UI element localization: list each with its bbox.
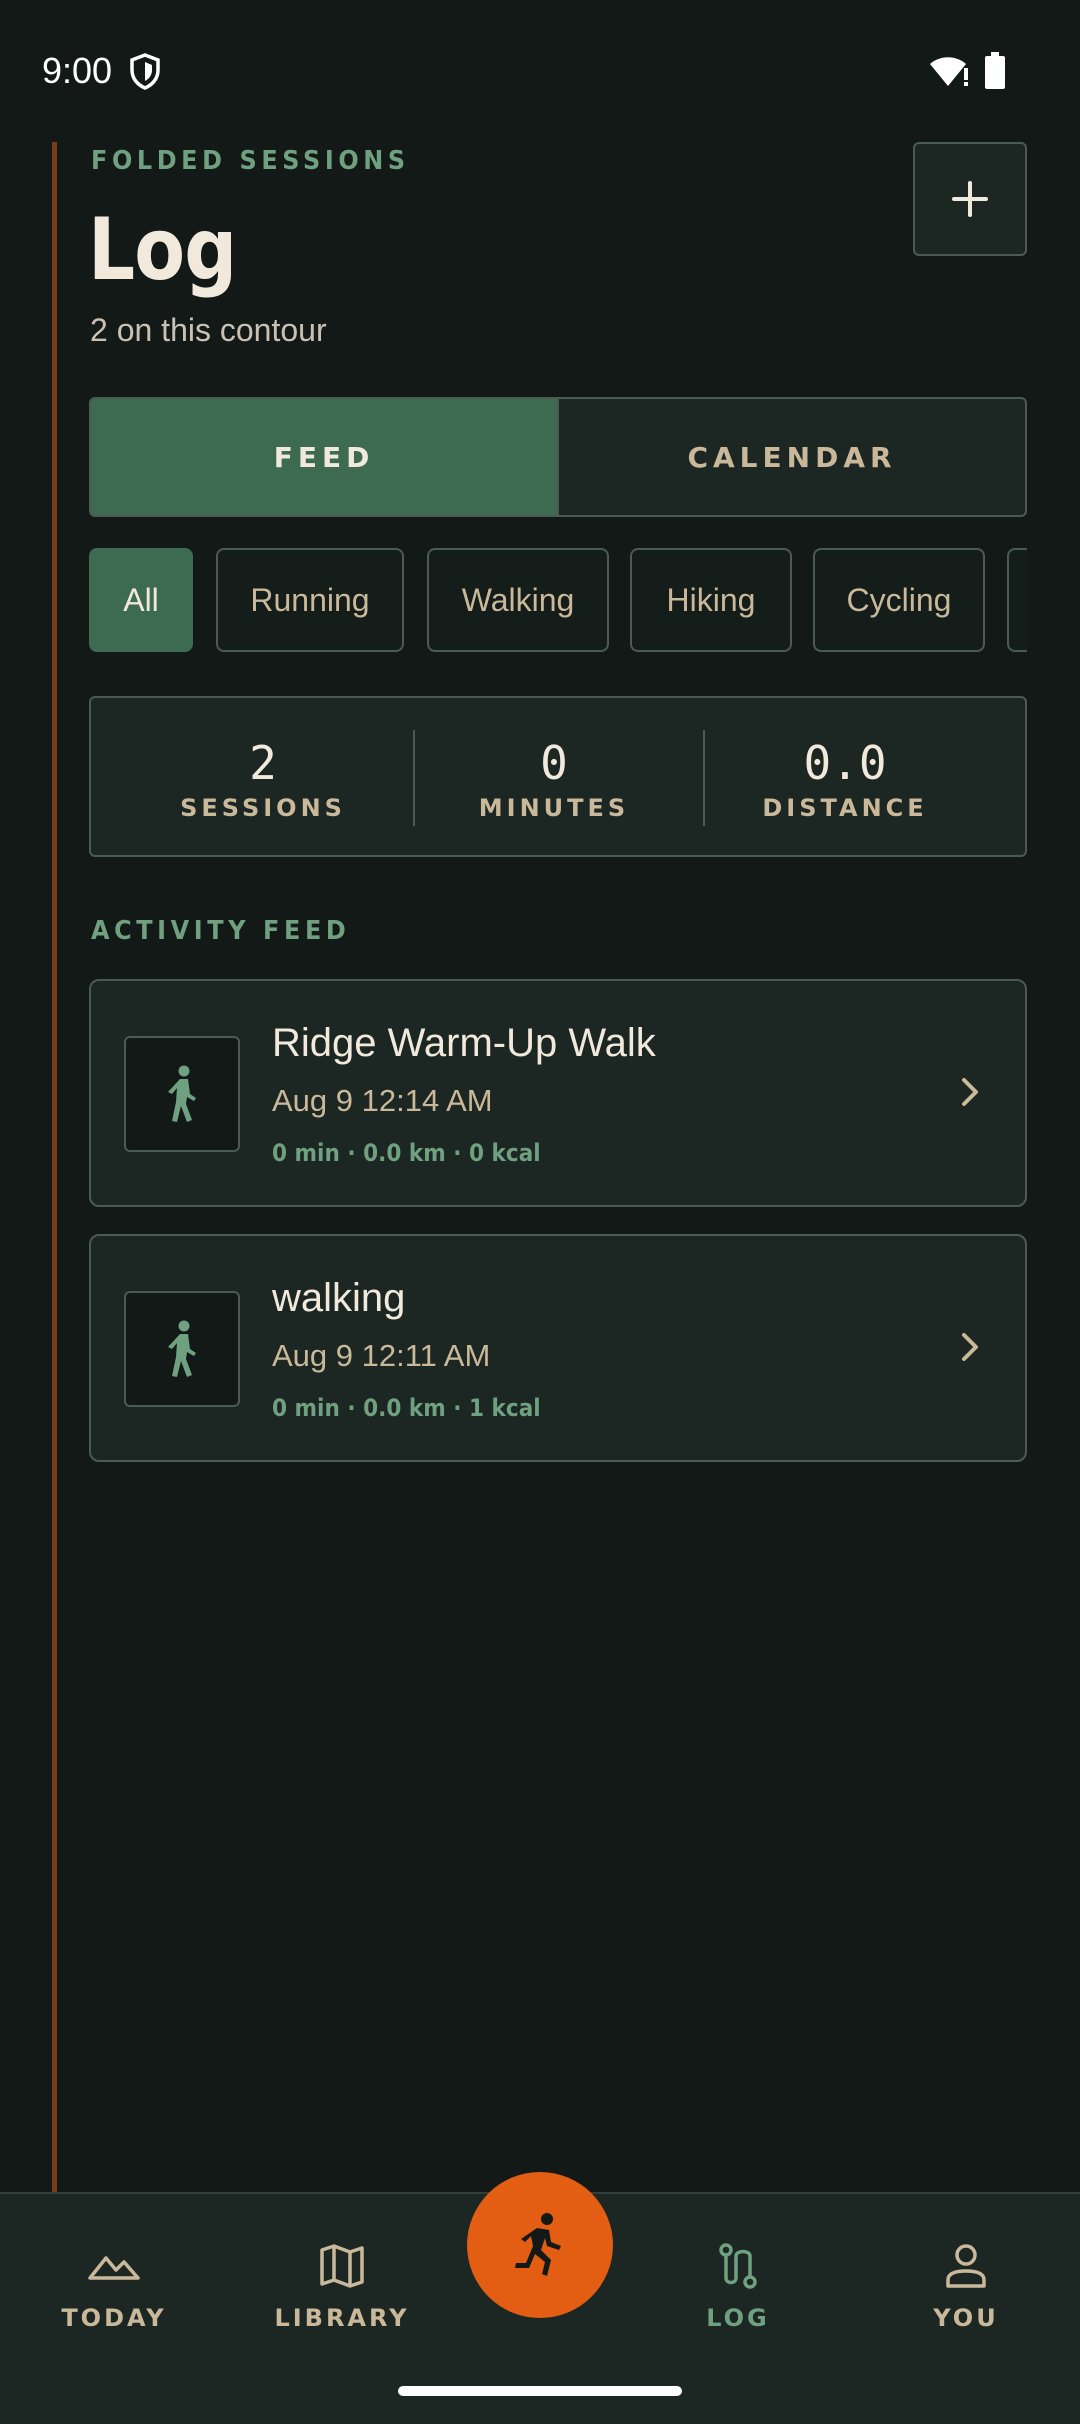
nav-label: YOU (933, 2304, 999, 2332)
map-icon (320, 2244, 364, 2288)
page-subtitle: 2 on this contour (90, 312, 327, 348)
nav-label: TODAY (61, 2304, 167, 2332)
activity-type-badge (124, 1291, 240, 1407)
tab-calendar[interactable]: CALENDAR (559, 399, 1025, 515)
nav-item-library[interactable]: LIBRARY (252, 2242, 432, 2352)
filter-chip-all[interactable]: All (89, 548, 193, 652)
tab-feed[interactable]: FEED (91, 399, 559, 515)
nav-item-you[interactable]: YOU (876, 2242, 1056, 2352)
nav-item-today[interactable]: TODAY (24, 2242, 204, 2352)
activity-title: Ridge Warm-Up Walk (272, 1021, 656, 1065)
activity-type-badge (124, 1036, 240, 1152)
home-indicator[interactable] (398, 2386, 682, 2396)
stat-minutes: 0 MINUTES (409, 698, 699, 855)
start-activity-button[interactable] (467, 2172, 613, 2318)
plus-icon (952, 181, 988, 217)
person-icon (946, 2244, 986, 2288)
filter-chip-running[interactable]: Running (216, 548, 404, 652)
filter-chip-walking[interactable]: Walking (427, 548, 609, 652)
stat-label: MINUTES (478, 794, 630, 822)
nav-label: LOG (706, 2304, 770, 2332)
activity-date: Aug 9 12:14 AM (272, 1083, 493, 1118)
activity-card[interactable]: walking Aug 9 12:11 AM 0 min · 0.0 km · … (89, 1234, 1027, 1462)
stat-value: 0.0 (803, 736, 887, 790)
mountain-icon (88, 2256, 140, 2280)
activity-filter-chips: All Running Walking Hiking Cycling (89, 548, 1027, 654)
feed-section-label: ACTIVITY FEED (91, 916, 351, 946)
battery-icon (985, 52, 1005, 89)
filter-chip-hiking[interactable]: Hiking (630, 548, 792, 652)
view-toggle: FEED CALENDAR (89, 397, 1027, 517)
activity-meta: 0 min · 0.0 km · 0 kcal (272, 1139, 541, 1167)
activity-card[interactable]: Ridge Warm-Up Walk Aug 9 12:14 AM 0 min … (89, 979, 1027, 1207)
stat-sessions: 2 SESSIONS (118, 698, 408, 855)
route-icon (719, 2243, 757, 2289)
stat-label: SESSIONS (180, 794, 346, 822)
filter-chip-cycling[interactable]: Cycling (813, 548, 985, 652)
stats-summary: 2 SESSIONS 0 MINUTES 0.0 DISTANCE (89, 696, 1027, 857)
filter-chip-more[interactable] (1007, 548, 1027, 652)
stat-distance: 0.0 DISTANCE (700, 698, 990, 855)
page-title: Log (88, 200, 237, 300)
stat-label: DISTANCE (762, 794, 928, 822)
activity-meta: 0 min · 0.0 km · 1 kcal (272, 1394, 541, 1422)
chevron-right-icon (962, 1078, 978, 1106)
stat-value: 0 (540, 736, 568, 790)
nav-item-log[interactable]: LOG (648, 2242, 828, 2352)
add-session-button[interactable] (913, 142, 1027, 256)
chevron-right-icon (962, 1333, 978, 1361)
wifi-icon (930, 57, 968, 86)
activity-title: walking (272, 1276, 406, 1320)
walking-icon (168, 1320, 196, 1377)
walking-icon (168, 1065, 196, 1122)
running-icon (515, 2213, 561, 2276)
status-time: 9:00 (42, 50, 113, 91)
nav-label: LIBRARY (274, 2304, 410, 2332)
timeline-rail (52, 142, 57, 2192)
activity-date: Aug 9 12:11 AM (272, 1338, 491, 1373)
shield-icon (130, 53, 160, 90)
status-bar: 9:00 (0, 0, 1080, 140)
stat-value: 2 (249, 736, 277, 790)
section-eyebrow: FOLDED SESSIONS (91, 146, 410, 176)
